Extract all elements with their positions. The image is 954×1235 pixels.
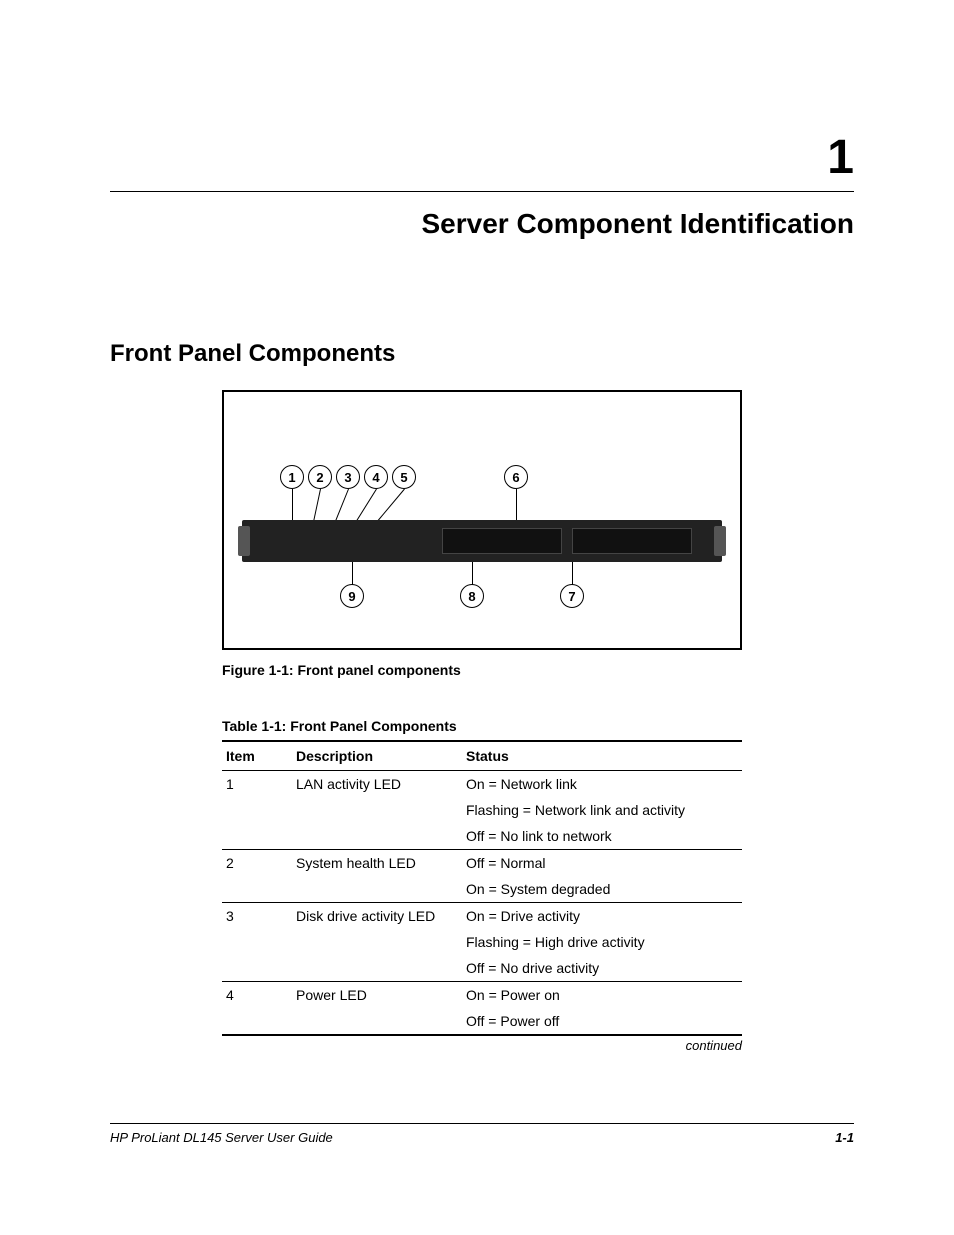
table-title: Table 1-1: Front Panel Components [222,718,742,734]
section-title: Front Panel Components [110,340,854,368]
table-row: 3 Disk drive activity LED On = Drive act… [222,903,742,930]
callout-7: 7 [560,584,584,608]
table-row: 2 System health LED Off = Normal [222,850,742,877]
footer-guide-title: HP ProLiant DL145 Server User Guide [110,1130,333,1145]
table-header-row: Item Description Status [222,741,742,771]
cell-item: 3 [222,903,292,930]
table-row: Off = Power off [222,1008,742,1035]
cell-description: Disk drive activity LED [292,903,462,930]
callout-1: 1 [280,465,304,489]
cell-status: Flashing = Network link and activity [462,797,742,823]
chapter-number: 1 [110,130,854,185]
cell-item: 4 [222,982,292,1009]
callout-3: 3 [336,465,360,489]
cell-description: System health LED [292,850,462,877]
th-item: Item [222,741,292,771]
cell-status: Flashing = High drive activity [462,929,742,955]
page-footer: HP ProLiant DL145 Server User Guide 1-1 [110,1123,854,1145]
callout-9: 9 [340,584,364,608]
table-row: Flashing = High drive activity [222,929,742,955]
callout-5: 5 [392,465,416,489]
cell-status: Off = Normal [462,850,742,877]
cell-description: Power LED [292,982,462,1009]
table-row: 1 LAN activity LED On = Network link [222,771,742,798]
chapter-title: Server Component Identification [110,208,854,240]
footer-rule [110,1123,854,1124]
footer-page-number: 1-1 [835,1130,854,1145]
table-continued: continued [222,1038,742,1053]
chapter-rule [110,191,854,192]
cell-status: On = System degraded [462,876,742,903]
cell-description: LAN activity LED [292,771,462,798]
cell-status: On = Network link [462,771,742,798]
table-row: On = System degraded [222,876,742,903]
cell-item: 2 [222,850,292,877]
cell-status: On = Drive activity [462,903,742,930]
cell-status: On = Power on [462,982,742,1009]
cell-item: 1 [222,771,292,798]
figure-caption: Figure 1-1: Front panel components [222,662,742,678]
cell-status: Off = No drive activity [462,955,742,982]
th-status: Status [462,741,742,771]
cell-status: Off = No link to network [462,823,742,850]
cell-status: Off = Power off [462,1008,742,1035]
callout-4: 4 [364,465,388,489]
table-row: 4 Power LED On = Power on [222,982,742,1009]
table-row: Off = No drive activity [222,955,742,982]
table-row: Flashing = Network link and activity [222,797,742,823]
callout-6: 6 [504,465,528,489]
figure-diagram: 1 2 3 4 5 6 9 8 7 [222,390,742,650]
callout-2: 2 [308,465,332,489]
callout-8: 8 [460,584,484,608]
server-chassis [242,520,722,562]
table-row: Off = No link to network [222,823,742,850]
th-description: Description [292,741,462,771]
components-table: Item Description Status 1 LAN activity L… [222,740,742,1036]
